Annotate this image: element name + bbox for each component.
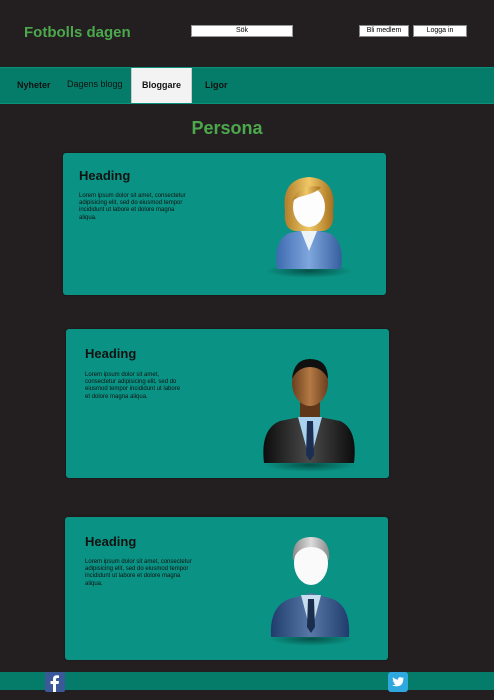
card-heading: Heading [85,534,137,549]
login-button[interactable]: Logga in [413,25,467,37]
footer [0,672,494,690]
become-member-button[interactable]: Bli medlem [359,25,409,37]
search-button[interactable]: Sök [191,25,293,37]
page-title: Persona [191,118,263,138]
card-heading: Heading [79,168,131,183]
nav-item-bloggare[interactable]: Bloggare [131,68,192,103]
persona-card: Heading Lorem ipsum dolor sit amet, cons… [63,153,386,295]
facebook-icon[interactable] [45,672,65,692]
woman-avatar-icon [265,177,353,278]
persona-card: Heading Lorem ipsum dolor sit amet, cons… [66,329,389,478]
site-logo[interactable]: Fotbolls dagen [24,24,131,41]
card-text: Lorem ipsum dolor sit amet, consectetur … [85,559,192,587]
main-nav: Nyheter Dagens blogg Bloggare Ligor [0,67,494,104]
card-text: Lorem ipsum dolor sit amet, consectetur … [79,193,186,221]
nav-item-dagens-blogg[interactable]: Dagens blogg [67,68,123,103]
nav-item-nyheter[interactable]: Nyheter [17,68,51,103]
card-heading: Heading [85,346,137,361]
persona-card: Heading Lorem ipsum dolor sit amet, cons… [65,517,388,660]
man-avatar-icon [263,359,356,472]
header: Fotbolls dagen Sök Bli medlem Logga in [0,0,494,66]
card-text: Lorem ipsum dolor sit amet, consectetur … [85,372,181,400]
twitter-icon[interactable] [388,672,408,692]
nav-item-ligor[interactable]: Ligor [205,68,228,103]
older-man-avatar-icon [269,537,353,646]
